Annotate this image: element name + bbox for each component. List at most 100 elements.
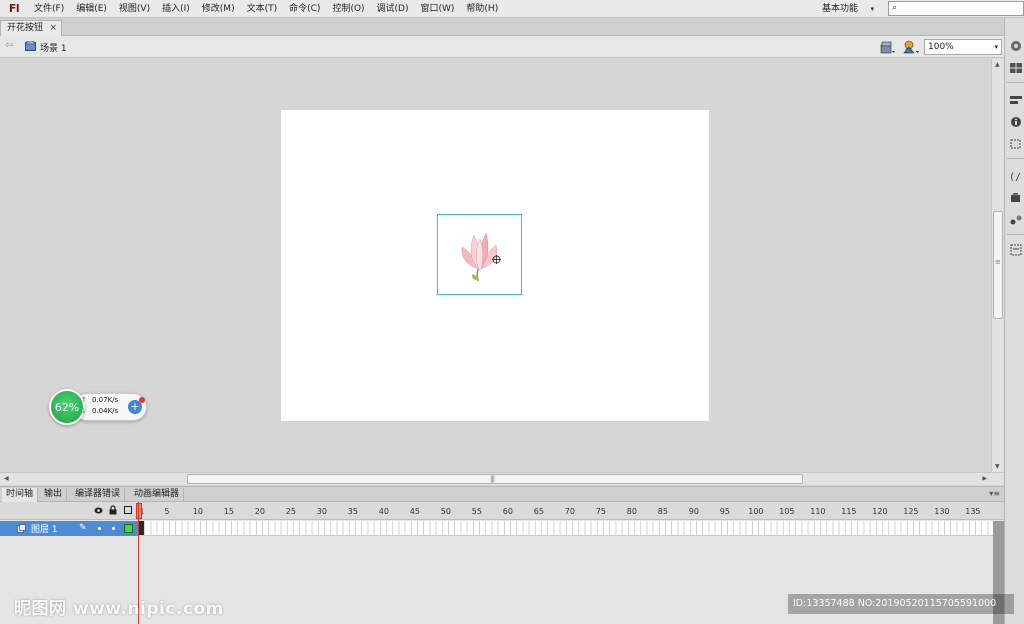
bottom-panel-tabs: 时间轴 输出 编译器错误 动画编辑器 ▾≡ [0, 486, 1004, 502]
vertical-scroll-thumb[interactable]: ≡ [993, 211, 1003, 319]
frame-number: 105 [779, 507, 795, 516]
layer-frames[interactable] [139, 521, 994, 536]
zoom-select[interactable]: 100% ▾ [924, 39, 1002, 55]
document-tab-title: 开花按钮 [7, 23, 44, 33]
scene-icon [25, 41, 36, 51]
menu-item-insert[interactable]: 插入(I) [156, 0, 196, 18]
panel-menu-icon[interactable]: ▾≡ [989, 489, 1000, 498]
workspace-switcher[interactable]: 基本功能 ▾ [816, 0, 880, 18]
network-speed-widget[interactable]: 62% ↑ 0.07K/s ↓ 0.04K/s + [47, 388, 148, 426]
menu-item-debug[interactable]: 调试(D) [371, 0, 415, 18]
frame-number: 30 [316, 507, 327, 516]
frame-number: 25 [285, 507, 296, 516]
menu-item-window[interactable]: 窗口(W) [415, 0, 461, 18]
lock-icon[interactable] [109, 505, 117, 515]
edit-symbol-icon[interactable] [902, 40, 920, 54]
close-icon[interactable]: × [49, 21, 57, 35]
back-arrow-icon[interactable]: ⇦ [5, 40, 13, 51]
dock-separator [1007, 82, 1024, 83]
tab-compiler-errors[interactable]: 编译器错误 [71, 488, 126, 502]
playhead-handle[interactable] [136, 503, 142, 519]
info-icon[interactable] [1009, 116, 1023, 128]
outline-toggle-icon[interactable] [124, 506, 132, 514]
document-tab[interactable]: 开花按钮 × [0, 20, 63, 36]
workspace-label: 基本功能 [822, 4, 859, 14]
menu-item-edit[interactable]: 编辑(E) [70, 0, 113, 18]
menu-item-modify[interactable]: 修改(M) [196, 0, 241, 18]
tab-output[interactable]: 输出 [40, 488, 68, 502]
layer-row[interactable]: 图层 1 ✎ [0, 521, 138, 536]
grip-icon: ≡ [995, 258, 1001, 266]
network-usage-percent: 62% [54, 400, 80, 414]
right-panel-dock: (/ [1004, 18, 1024, 624]
frame-number: 75 [595, 507, 606, 516]
scroll-down-icon[interactable]: ▼ [995, 463, 1000, 470]
flower-button-symbol[interactable] [437, 214, 522, 295]
stage[interactable] [281, 110, 709, 421]
document-tab-bar: 开花按钮 × [0, 18, 1004, 36]
frame-number: 15 [223, 507, 234, 516]
scene-label[interactable]: 场景 1 [40, 41, 67, 54]
tab-timeline[interactable]: 时间轴 [2, 488, 39, 502]
edit-scene-icon[interactable] [880, 40, 896, 54]
layer-icon [17, 524, 26, 533]
code-snippets-icon[interactable]: (/ [1009, 170, 1023, 182]
keyframe[interactable] [139, 521, 144, 535]
frame-number: 95 [719, 507, 730, 516]
menu-bar: Fl 文件(F) 编辑(E) 视图(V) 插入(I) 修改(M) 文本(T) 命… [0, 0, 1024, 18]
network-usage-gauge[interactable]: 62% [49, 389, 85, 425]
tab-motion-editor[interactable]: 动画编辑器 [130, 488, 185, 502]
swatches-icon[interactable] [1009, 62, 1023, 74]
frame-number: 50 [440, 507, 451, 516]
horizontal-scroll-thumb[interactable]: ||| [187, 474, 803, 484]
frame-number: 100 [748, 507, 764, 516]
frame-number: 40 [378, 507, 389, 516]
frame-number: 70 [564, 507, 575, 516]
menu-item-control[interactable]: 控制(O) [326, 0, 370, 18]
eye-icon[interactable] [94, 506, 103, 515]
properties-icon[interactable] [1009, 244, 1023, 256]
stage-horizontal-scrollbar[interactable]: ◀ ||| ▶ [0, 472, 1004, 485]
frame-number: 55 [471, 507, 482, 516]
svg-text:(/: (/ [1009, 172, 1021, 182]
help-search-input[interactable]: ⌕ [888, 1, 1024, 16]
frame-number: 10 [192, 507, 203, 516]
scroll-up-icon[interactable]: ▲ [995, 61, 1000, 68]
layer-visibility-dot[interactable] [98, 527, 101, 530]
scroll-right-icon[interactable]: ▶ [982, 475, 987, 482]
pasteboard[interactable]: 62% ↑ 0.07K/s ↓ 0.04K/s + [0, 59, 991, 472]
stage-vertical-scrollbar[interactable]: ▲ ≡ ▼ [991, 59, 1004, 472]
menu-item-help[interactable]: 帮助(H) [460, 0, 504, 18]
frame-number: 5 [164, 507, 170, 516]
menu-item-file[interactable]: 文件(F) [28, 0, 70, 18]
frame-number: 85 [657, 507, 668, 516]
frame-number: 65 [533, 507, 544, 516]
align-icon[interactable] [1009, 94, 1023, 106]
motion-presets-icon[interactable] [1009, 214, 1023, 226]
color-panel-icon[interactable] [1009, 40, 1023, 52]
transform-icon[interactable] [1009, 138, 1023, 150]
components-icon[interactable] [1009, 192, 1023, 204]
layer-lock-dot[interactable] [112, 527, 115, 530]
menu-item-commands[interactable]: 命令(C) [283, 0, 326, 18]
frame-number: 20 [254, 507, 265, 516]
menu-item-view[interactable]: 视图(V) [113, 0, 156, 18]
frame-number: 130 [934, 507, 950, 516]
layer-outline-color[interactable] [124, 524, 133, 533]
download-arrow-icon: ↓ [81, 407, 87, 415]
flash-logo: Fl [8, 2, 20, 15]
frame-number: 60 [502, 507, 513, 516]
frame-number: 35 [347, 507, 358, 516]
scroll-left-icon[interactable]: ◀ [4, 475, 9, 482]
frame-ruler[interactable]: 1 5 10 15 20 25 30 35 40 45 50 55 60 65 70 75 80 85 90 95 10… [139, 502, 994, 520]
menu-item-text[interactable]: 文本(T) [241, 0, 284, 18]
upload-arrow-icon: ↑ [81, 396, 87, 404]
frame-number: 110 [810, 507, 826, 516]
frame-number: 45 [409, 507, 420, 516]
pencil-icon: ✎ [79, 523, 87, 533]
site-watermark: 昵图网 www.nipic.com [14, 599, 224, 619]
edit-bar: ⇦ 场景 1 100% ▾ [0, 36, 1004, 58]
frame-number: 125 [903, 507, 919, 516]
frame-number: 135 [965, 507, 981, 516]
layer-name[interactable]: 图层 1 [31, 522, 58, 535]
